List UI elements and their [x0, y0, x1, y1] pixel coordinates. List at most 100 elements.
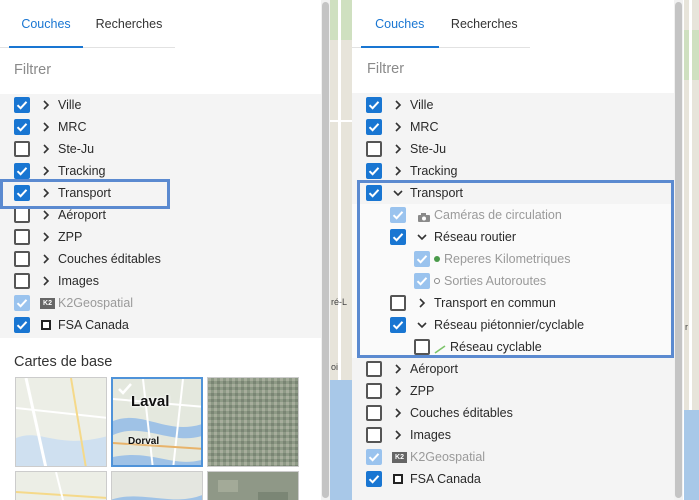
layer-checkbox[interactable] [366, 119, 382, 135]
filter-input[interactable]: Filtrer [367, 57, 667, 81]
layer-checkbox[interactable] [366, 361, 382, 377]
layer-checkbox[interactable] [390, 317, 406, 333]
layer-row-aeroport[interactable]: Aéroport [352, 358, 674, 380]
layer-row-sorties-autoroutes[interactable]: Sorties Autoroutes [352, 270, 674, 292]
layer-row-mrc[interactable]: MRC [0, 116, 321, 138]
layer-row-reseau-pietonnier-cyclable[interactable]: Réseau piétonnier/cyclable [352, 314, 674, 336]
layer-row-reseau-routier[interactable]: Réseau routier [352, 226, 674, 248]
layer-row-k2geospatial[interactable]: K2 K2Geospatial [352, 446, 674, 468]
layer-row-transport-en-commun[interactable]: Transport en commun [352, 292, 674, 314]
layer-checkbox[interactable] [366, 427, 382, 443]
layer-checkbox[interactable] [14, 163, 30, 179]
chevron-right-icon[interactable] [40, 143, 52, 155]
basemap-thumb-plan[interactable] [15, 377, 107, 467]
chevron-right-icon[interactable] [40, 187, 52, 199]
layer-row-reperes-kilometriques[interactable]: Reperes Kilometriques [352, 248, 674, 270]
layer-row-fsa-canada[interactable]: FSA Canada [352, 468, 674, 490]
chevron-right-icon[interactable] [40, 209, 52, 221]
layer-checkbox [414, 251, 430, 267]
layer-checkbox[interactable] [366, 163, 382, 179]
layer-checkbox[interactable] [366, 141, 382, 157]
tab-recherches[interactable]: Recherches [439, 0, 530, 47]
chevron-right-icon[interactable] [40, 253, 52, 265]
chevron-right-icon[interactable] [416, 297, 428, 309]
layer-label: ZPP [58, 229, 83, 244]
layer-row-couches-editables[interactable]: Couches éditables [0, 248, 321, 270]
k2-logo-icon: K2 [40, 297, 55, 309]
layer-checkbox[interactable] [14, 97, 30, 113]
layer-checkbox[interactable] [366, 471, 382, 487]
chevron-right-icon[interactable] [392, 429, 404, 441]
layer-row-transport[interactable]: Transport [352, 182, 674, 204]
scrollbar-left[interactable] [321, 0, 330, 500]
layer-label: Caméras de circulation [434, 207, 562, 222]
scrollbar-thumb[interactable] [322, 2, 329, 498]
chevron-right-icon[interactable] [392, 165, 404, 177]
layer-checkbox[interactable] [366, 405, 382, 421]
chevron-down-icon[interactable] [416, 231, 428, 243]
layer-row-transport[interactable]: Transport [0, 182, 321, 204]
layer-row-tracking[interactable]: Tracking [352, 160, 674, 182]
layer-row-images[interactable]: Images [352, 424, 674, 446]
tab-couches[interactable]: Couches [9, 0, 83, 47]
layer-row-images[interactable]: Images [0, 270, 321, 292]
chevron-right-icon[interactable] [40, 165, 52, 177]
layer-row-ste-ju[interactable]: Ste-Ju [0, 138, 321, 160]
basemap-thumb-5[interactable] [111, 471, 203, 500]
layer-label: Réseau cyclable [450, 339, 542, 354]
layer-row-k2geospatial[interactable]: K2 K2Geospatial [0, 292, 321, 314]
basemap-thumb-6[interactable] [207, 471, 299, 500]
basemap-thumb-laval[interactable]: Laval Dorval [111, 377, 203, 467]
chevron-right-icon[interactable] [40, 275, 52, 287]
layer-row-aeroport[interactable]: Aéroport [0, 204, 321, 226]
map-label: oi [331, 362, 339, 372]
layer-checkbox[interactable] [414, 339, 430, 355]
layer-checkbox[interactable] [14, 207, 30, 223]
camera-icon [418, 211, 430, 222]
tab-couches[interactable]: Couches [361, 0, 439, 47]
layer-row-ste-ju[interactable]: Ste-Ju [352, 138, 674, 160]
layer-row-zpp[interactable]: ZPP [0, 226, 321, 248]
layer-row-ville[interactable]: Ville [352, 94, 674, 116]
basemap-thumb-4[interactable] [15, 471, 107, 500]
layer-checkbox[interactable] [14, 185, 30, 201]
scrollbar-thumb[interactable] [675, 2, 682, 498]
layer-row-reseau-cyclable[interactable]: Réseau cyclable [352, 336, 674, 358]
layer-row-couches-editables[interactable]: Couches éditables [352, 402, 674, 424]
layer-row-mrc[interactable]: MRC [352, 116, 674, 138]
layer-checkbox[interactable] [366, 97, 382, 113]
chevron-right-icon[interactable] [392, 407, 404, 419]
chevron-right-icon[interactable] [392, 121, 404, 133]
map-background-strip[interactable]: r [684, 0, 699, 500]
layer-checkbox[interactable] [14, 119, 30, 135]
layer-checkbox[interactable] [14, 229, 30, 245]
layer-checkbox[interactable] [366, 185, 382, 201]
layer-row-ville[interactable]: Ville [0, 94, 321, 116]
basemap-thumb-satellite[interactable] [207, 377, 299, 467]
layer-checkbox[interactable] [14, 317, 30, 333]
layer-checkbox[interactable] [14, 141, 30, 157]
layer-checkbox[interactable] [14, 251, 30, 267]
layer-checkbox[interactable] [390, 229, 406, 245]
scrollbar-right[interactable] [674, 0, 683, 500]
tab-recherches[interactable]: Recherches [83, 0, 175, 47]
layer-row-zpp[interactable]: ZPP [352, 380, 674, 402]
layer-row-fsa-canada[interactable]: FSA Canada [0, 314, 321, 336]
filter-input[interactable]: Filtrer [14, 58, 314, 82]
chevron-right-icon[interactable] [392, 385, 404, 397]
layer-row-cameras-de-circulation[interactable]: Caméras de circulation [352, 204, 674, 226]
chevron-right-icon[interactable] [392, 363, 404, 375]
layer-checkbox[interactable] [14, 273, 30, 289]
map-background-strip[interactable]: ré-L oi [330, 0, 352, 500]
chevron-right-icon[interactable] [392, 143, 404, 155]
basemap-label-sub: Dorval [128, 436, 160, 447]
chevron-right-icon[interactable] [40, 231, 52, 243]
chevron-right-icon[interactable] [40, 121, 52, 133]
chevron-down-icon[interactable] [416, 319, 428, 331]
chevron-down-icon[interactable] [392, 187, 404, 199]
chevron-right-icon[interactable] [392, 99, 404, 111]
layer-row-tracking[interactable]: Tracking [0, 160, 321, 182]
chevron-right-icon[interactable] [40, 99, 52, 111]
layer-checkbox[interactable] [366, 383, 382, 399]
layer-checkbox[interactable] [390, 295, 406, 311]
